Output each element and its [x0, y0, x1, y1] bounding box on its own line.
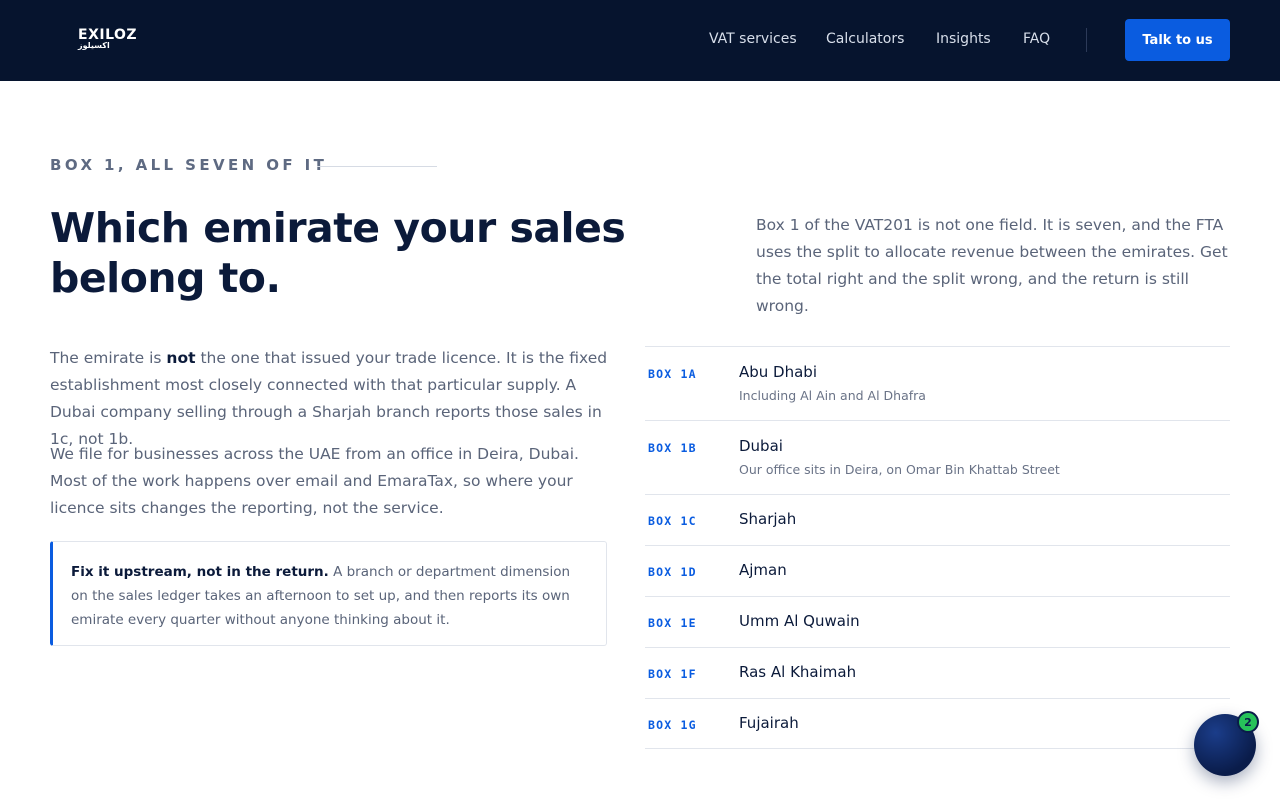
- eyebrow-rule: [317, 166, 437, 167]
- box-code: BOX 1C: [648, 514, 697, 528]
- site-header: EXILOZ اكسيلوز VAT services Calculators …: [0, 0, 1280, 81]
- emirate-name: Ajman: [739, 561, 787, 579]
- nav-calculators[interactable]: Calculators: [826, 31, 904, 47]
- box-row-1b: BOX 1B Dubai Our office sits in Deira, o…: [645, 420, 1230, 494]
- emirate-name: Abu Dhabi: [739, 363, 817, 381]
- box-code: BOX 1B: [648, 441, 697, 455]
- body-paragraph-2: We file for businesses across the UAE fr…: [50, 445, 579, 517]
- box-row-1a: BOX 1A Abu Dhabi Including Al Ain and Al…: [645, 346, 1230, 420]
- talk-to-us-button[interactable]: Talk to us: [1125, 19, 1230, 61]
- box-row-1c: BOX 1C Sharjah: [645, 494, 1230, 545]
- vat-box-list: BOX 1A Abu Dhabi Including Al Ain and Al…: [645, 346, 1230, 749]
- emirate-name: Fujairah: [739, 714, 799, 732]
- emirate-name: Umm Al Quwain: [739, 612, 860, 630]
- emirate-name: Ras Al Khaimah: [739, 663, 857, 681]
- box-code: BOX 1F: [648, 667, 697, 681]
- nav-vat-services[interactable]: VAT services: [709, 31, 797, 47]
- para1-text-before: The emirate is: [50, 349, 167, 367]
- section-eyebrow: BOX 1, ALL SEVEN OF IT: [50, 156, 328, 174]
- section-intro: Box 1 of the VAT201 is not one field. It…: [756, 216, 1228, 315]
- box-row-1g: BOX 1G Fujairah: [645, 698, 1230, 749]
- box-code: BOX 1G: [648, 718, 697, 732]
- para1-emphasis: not: [166, 349, 196, 367]
- logo-arabic-text: اكسيلوز: [78, 41, 110, 50]
- emirate-note: Including Al Ain and Al Dhafra: [739, 388, 926, 403]
- nav-divider: [1086, 28, 1087, 52]
- emirate-note: Our office sits in Deira, on Omar Bin Kh…: [739, 462, 1060, 477]
- nav-faq[interactable]: FAQ: [1023, 31, 1050, 47]
- chat-notification-badge: 2: [1237, 711, 1259, 733]
- section-heading: Which emirate your sales belong to.: [50, 204, 626, 302]
- box-code: BOX 1E: [648, 616, 697, 630]
- callout-title: Fix it upstream, not in the return.: [71, 564, 329, 580]
- box-code: BOX 1D: [648, 565, 697, 579]
- box-row-1d: BOX 1D Ajman: [645, 545, 1230, 596]
- site-logo[interactable]: EXILOZ اكسيلوز: [78, 27, 142, 53]
- box-row-1f: BOX 1F Ras Al Khaimah: [645, 647, 1230, 698]
- box-code: BOX 1A: [648, 367, 697, 381]
- body-paragraph-1: The emirate is not the one that issued y…: [50, 345, 610, 453]
- box-row-1e: BOX 1E Umm Al Quwain: [645, 596, 1230, 647]
- emirate-name: Dubai: [739, 437, 783, 455]
- nav-insights[interactable]: Insights: [936, 31, 991, 47]
- tip-callout: Fix it upstream, not in the return. A br…: [50, 541, 607, 646]
- emirate-name: Sharjah: [739, 510, 797, 528]
